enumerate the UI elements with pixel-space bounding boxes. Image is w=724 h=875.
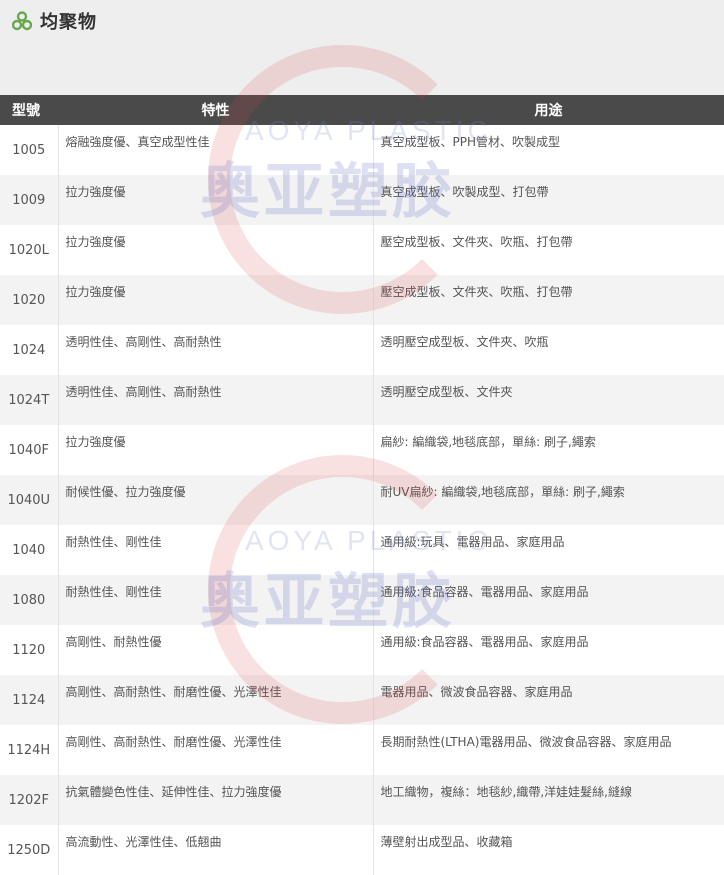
usage-cell: 電器用品、微波食品容器、家庭用品 [373,675,724,725]
property-text: 透明性佳、高剛性、高耐熱性 [59,375,373,400]
property-text: 拉力強度優 [59,175,373,200]
table-row: 1024T透明性佳、高剛性、高耐熱性透明壓空成型板、文件夾 [0,375,724,425]
property-text: 抗氣體變色性佳、延伸性佳、拉力強度優 [59,775,373,800]
usage-text: 長期耐熱性(LTHA)電器用品、微波食品容器、家庭用品 [374,725,724,750]
usage-cell: 薄壁射出成型品、收藏箱 [373,825,724,875]
table-row: 1120高剛性、耐熱性優通用級:食品容器、電器用品、家庭用品 [0,625,724,675]
usage-cell: 通用級:食品容器、電器用品、家庭用品 [373,575,724,625]
usage-text: 壓空成型板、文件夾、吹瓶、打包帶 [374,225,724,250]
property-cell: 拉力強度優 [58,175,373,225]
table-row: 1005熔融強度優、真空成型性佳真空成型板、PPH管材、吹製成型 [0,125,724,175]
usage-cell: 地工織物，複絲：地毯紗,織帶,洋娃娃髮絲,縫線 [373,775,724,825]
property-text: 拉力強度優 [59,425,373,450]
table-row: 1124高剛性、高耐熱性、耐磨性優、光澤性佳電器用品、微波食品容器、家庭用品 [0,675,724,725]
model-cell: 1020 [0,275,58,325]
title-bar: 均聚物 [0,0,724,95]
page-title: 均聚物 [40,8,97,34]
product-spec-table: 型號 特性 用途 1005熔融強度優、真空成型性佳真空成型板、PPH管材、吹製成… [0,95,724,875]
model-cell: 1020L [0,225,58,275]
property-text: 耐熱性佳、剛性佳 [59,575,373,600]
table-row: 1250D高流動性、光澤性佳、低翹曲薄壁射出成型品、收藏箱 [0,825,724,875]
property-cell: 高剛性、高耐熱性、耐磨性優、光澤性佳 [58,675,373,725]
usage-text: 地工織物，複絲：地毯紗,織帶,洋娃娃髮絲,縫線 [374,775,724,800]
property-cell: 透明性佳、高剛性、高耐熱性 [58,325,373,375]
usage-cell: 真空成型板、吹製成型、打包帶 [373,175,724,225]
property-text: 高剛性、高耐熱性、耐磨性優、光澤性佳 [59,725,373,750]
usage-text: 透明壓空成型板、文件夾 [374,375,724,400]
property-text: 透明性佳、高剛性、高耐熱性 [59,325,373,350]
property-cell: 耐候性優、拉力強度優 [58,475,373,525]
property-cell: 拉力強度優 [58,275,373,325]
model-cell: 1040 [0,525,58,575]
table-row: 1080耐熱性佳、剛性佳通用級:食品容器、電器用品、家庭用品 [0,575,724,625]
usage-text: 真空成型板、吹製成型、打包帶 [374,175,724,200]
model-cell: 1005 [0,125,58,175]
usage-text: 耐UV扁紗: 編織袋,地毯底部，單絲: 刷子,繩索 [374,475,724,500]
table-body: 1005熔融強度優、真空成型性佳真空成型板、PPH管材、吹製成型1009拉力強度… [0,125,724,875]
table-row: 1020L拉力強度優壓空成型板、文件夾、吹瓶、打包帶 [0,225,724,275]
property-cell: 拉力強度優 [58,225,373,275]
property-cell: 耐熱性佳、剛性佳 [58,575,373,625]
model-cell: 1040U [0,475,58,525]
model-cell: 1009 [0,175,58,225]
usage-cell: 透明壓空成型板、文件夾、吹瓶 [373,325,724,375]
property-cell: 拉力強度優 [58,425,373,475]
model-cell: 1024 [0,325,58,375]
property-text: 拉力強度優 [59,275,373,300]
table-header-row: 型號 特性 用途 [0,95,724,125]
table-row: 1040F拉力強度優扁紗: 編織袋,地毯底部，單絲: 刷子,繩索 [0,425,724,475]
model-cell: 1040F [0,425,58,475]
model-cell: 1124 [0,675,58,725]
property-text: 高流動性、光澤性佳、低翹曲 [59,825,373,850]
model-cell: 1080 [0,575,58,625]
property-cell: 高流動性、光澤性佳、低翹曲 [58,825,373,875]
property-text: 耐候性優、拉力強度優 [59,475,373,500]
usage-cell: 壓空成型板、文件夾、吹瓶、打包帶 [373,275,724,325]
property-text: 熔融強度優、真空成型性佳 [59,125,373,150]
model-cell: 1120 [0,625,58,675]
table-row: 1124H高剛性、高耐熱性、耐磨性優、光澤性佳長期耐熱性(LTHA)電器用品、微… [0,725,724,775]
usage-cell: 扁紗: 編織袋,地毯底部，單絲: 刷子,繩索 [373,425,724,475]
property-text: 拉力強度優 [59,225,373,250]
usage-cell: 真空成型板、PPH管材、吹製成型 [373,125,724,175]
property-cell: 高剛性、耐熱性優 [58,625,373,675]
usage-cell: 通用級:玩具、電器用品、家庭用品 [373,525,724,575]
usage-text: 通用級:玩具、電器用品、家庭用品 [374,525,724,550]
usage-cell: 壓空成型板、文件夾、吹瓶、打包帶 [373,225,724,275]
table-row: 1024透明性佳、高剛性、高耐熱性透明壓空成型板、文件夾、吹瓶 [0,325,724,375]
table-row: 1040U耐候性優、拉力強度優耐UV扁紗: 編織袋,地毯底部，單絲: 刷子,繩索 [0,475,724,525]
header-model: 型號 [0,95,58,125]
property-text: 高剛性、高耐熱性、耐磨性優、光澤性佳 [59,675,373,700]
header-property: 特性 [58,95,373,125]
molecule-icon [12,11,32,31]
usage-cell: 長期耐熱性(LTHA)電器用品、微波食品容器、家庭用品 [373,725,724,775]
property-cell: 耐熱性佳、剛性佳 [58,525,373,575]
table-row: 1009拉力強度優真空成型板、吹製成型、打包帶 [0,175,724,225]
usage-text: 通用級:食品容器、電器用品、家庭用品 [374,625,724,650]
property-cell: 高剛性、高耐熱性、耐磨性優、光澤性佳 [58,725,373,775]
usage-text: 壓空成型板、文件夾、吹瓶、打包帶 [374,275,724,300]
header-usage: 用途 [373,95,724,125]
usage-text: 電器用品、微波食品容器、家庭用品 [374,675,724,700]
usage-text: 透明壓空成型板、文件夾、吹瓶 [374,325,724,350]
property-text: 耐熱性佳、剛性佳 [59,525,373,550]
usage-text: 扁紗: 編織袋,地毯底部，單絲: 刷子,繩索 [374,425,724,450]
property-cell: 抗氣體變色性佳、延伸性佳、拉力強度優 [58,775,373,825]
table-row: 1202F抗氣體變色性佳、延伸性佳、拉力強度優地工織物，複絲：地毯紗,織帶,洋娃… [0,775,724,825]
table-row: 1040耐熱性佳、剛性佳通用級:玩具、電器用品、家庭用品 [0,525,724,575]
model-cell: 1202F [0,775,58,825]
usage-cell: 透明壓空成型板、文件夾 [373,375,724,425]
usage-text: 通用級:食品容器、電器用品、家庭用品 [374,575,724,600]
usage-cell: 耐UV扁紗: 編織袋,地毯底部，單絲: 刷子,繩索 [373,475,724,525]
model-cell: 1250D [0,825,58,875]
usage-text: 薄壁射出成型品、收藏箱 [374,825,724,850]
usage-text: 真空成型板、PPH管材、吹製成型 [374,125,724,150]
model-cell: 1024T [0,375,58,425]
model-cell: 1124H [0,725,58,775]
property-cell: 透明性佳、高剛性、高耐熱性 [58,375,373,425]
table-row: 1020拉力強度優壓空成型板、文件夾、吹瓶、打包帶 [0,275,724,325]
property-cell: 熔融強度優、真空成型性佳 [58,125,373,175]
usage-cell: 通用級:食品容器、電器用品、家庭用品 [373,625,724,675]
property-text: 高剛性、耐熱性優 [59,625,373,650]
